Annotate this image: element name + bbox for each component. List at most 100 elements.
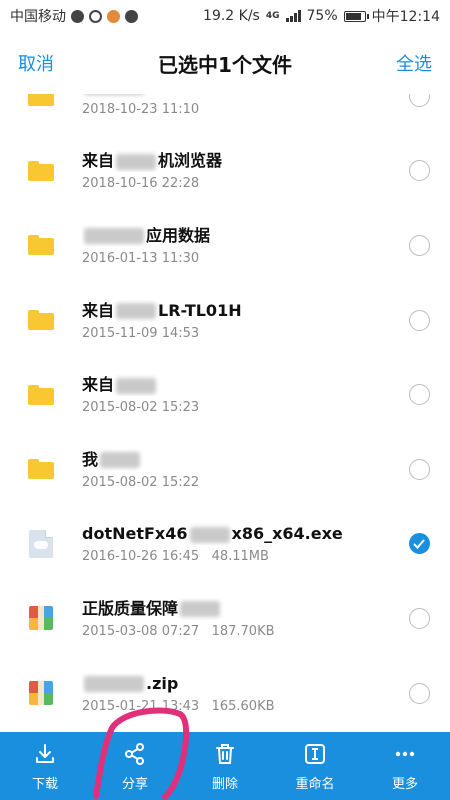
unchecked-radio[interactable] [408, 458, 430, 480]
unchecked-radio[interactable] [408, 94, 430, 107]
file-date: 2018-10-16 [82, 176, 158, 192]
file-date: 2018-10-23 [82, 101, 158, 117]
rename-button[interactable]: 重命名 [270, 732, 360, 800]
file-size: 187.70KB [211, 623, 275, 639]
file-row[interactable]: 应用数据 2016-01-13 11:30 [0, 208, 450, 283]
selection-header: 取消 已选中1个文件 全选 [0, 32, 450, 94]
file-meta: 2018-10-16 22:28 [82, 176, 388, 191]
redacted-text [84, 94, 144, 96]
network-type: 4G [265, 11, 280, 21]
select-toggle[interactable] [388, 533, 450, 555]
file-time: 13:43 [161, 698, 200, 714]
file-name: 应用数据 [82, 225, 388, 247]
file-row[interactable]: 2018-10-23 11:10 [0, 94, 450, 134]
download-button[interactable]: 下载 [0, 732, 90, 800]
wechat-icon [125, 9, 138, 23]
unchecked-radio[interactable] [408, 384, 430, 406]
rename-label: 重命名 [295, 776, 335, 792]
file-icon-cell [0, 529, 82, 558]
signal-icon [285, 10, 301, 22]
download-label: 下载 [31, 776, 58, 792]
file-text: 来自 2015-08-02 15:23 [82, 374, 388, 415]
file-meta: 2015-08-02 15:23 [82, 400, 388, 415]
file-row[interactable]: 来自 LR-TL01H 2015-11-09 14:53 [0, 283, 450, 358]
file-meta: 2016-10-26 16:45 48.11MB [82, 549, 388, 564]
file-row[interactable]: 来自 机浏览器 2018-10-16 22:28 [0, 134, 450, 209]
file-icon-cell [0, 94, 82, 107]
unchecked-radio[interactable] [408, 607, 430, 629]
redacted-text [116, 153, 157, 170]
more-icon [393, 741, 417, 767]
redacted-text [116, 303, 157, 320]
more-button[interactable]: 更多 [360, 732, 450, 800]
file-name: 正版质量保障 [82, 598, 388, 620]
archive-file-icon [29, 681, 53, 706]
folder-icon [28, 94, 54, 107]
select-toggle[interactable] [388, 94, 450, 107]
file-date: 2015-11-09 [82, 325, 158, 341]
file-icon-cell [0, 681, 82, 706]
select-toggle[interactable] [388, 160, 450, 182]
file-text: .zip 2015-01-21 13:43 165.60KB [82, 673, 388, 714]
select-toggle[interactable] [388, 234, 450, 256]
redacted-text [100, 452, 141, 469]
file-icon-cell [0, 235, 82, 256]
carrier-label: 中国移动 [10, 9, 66, 25]
notification-icon [71, 9, 84, 23]
file-name-visible: 正版质量保障 [82, 598, 179, 618]
redacted-text [84, 228, 144, 245]
file-text: 我 2015-08-02 15:22 [82, 449, 388, 490]
select-all-button[interactable]: 全选 [378, 50, 450, 76]
folder-icon [28, 310, 54, 331]
network-speed: 19.2 K/s [203, 8, 260, 24]
file-row[interactable]: dotNetFx46 x86_x64.exe 2016-10-26 16:45 48… [0, 507, 450, 582]
share-label: 分享 [121, 776, 148, 792]
file-name-suffix: 应用数据 [146, 225, 211, 245]
unchecked-radio[interactable] [408, 160, 430, 182]
trash-icon [213, 741, 237, 767]
redacted-text [116, 377, 157, 394]
select-toggle[interactable] [388, 607, 450, 629]
clock: 中午12:14 [371, 9, 440, 25]
redacted-text [189, 526, 230, 543]
app-notification-icon [89, 9, 102, 23]
folder-icon [28, 384, 54, 405]
file-name-suffix: 机浏览器 [158, 151, 223, 171]
rename-icon [303, 741, 327, 767]
unchecked-radio[interactable] [408, 309, 430, 331]
select-toggle[interactable] [388, 682, 450, 704]
file-name-visible: 我 [82, 449, 99, 469]
select-toggle[interactable] [388, 309, 450, 331]
file-name-suffix: .zip [146, 673, 179, 693]
folder-icon [28, 235, 54, 256]
folder-icon [28, 160, 54, 181]
file-list[interactable]: 2018-10-23 11:10 来自 机浏览器 2018-10-16 22:28 应用… [0, 94, 450, 732]
file-row[interactable]: 来自 2015-08-02 15:23 [0, 357, 450, 432]
file-time: 11:10 [161, 101, 200, 117]
folder-icon [28, 459, 54, 480]
cancel-button[interactable]: 取消 [0, 50, 72, 76]
more-label: 更多 [391, 776, 418, 792]
download-icon [33, 741, 57, 767]
file-name-visible: 来自 [82, 375, 115, 395]
file-row[interactable]: 正版质量保障 2015-03-08 07:27 187.70KB [0, 581, 450, 656]
share-button[interactable]: 分享 [90, 732, 180, 800]
delete-button[interactable]: 删除 [180, 732, 270, 800]
select-toggle[interactable] [388, 458, 450, 480]
file-row[interactable]: .zip 2015-01-21 13:43 165.60KB [0, 656, 450, 731]
select-toggle[interactable] [388, 384, 450, 406]
file-row[interactable]: 我 2015-08-02 15:22 [0, 432, 450, 507]
delete-label: 删除 [211, 776, 238, 792]
file-icon-cell [0, 310, 82, 331]
unchecked-radio[interactable] [408, 682, 430, 704]
action-bar: 下载 分享 删除 重命名 更多 [0, 732, 450, 800]
redacted-text [84, 676, 144, 693]
page-title: 已选中1个文件 [158, 52, 292, 77]
file-text: 来自 机浏览器 2018-10-16 22:28 [82, 150, 388, 191]
checked-icon[interactable] [408, 533, 430, 555]
file-text: 2018-10-23 11:10 [82, 94, 388, 117]
unchecked-radio[interactable] [408, 234, 430, 256]
file-date: 2016-01-13 [82, 250, 158, 266]
file-date: 2016-10-26 [82, 549, 158, 565]
file-meta: 2015-01-21 13:43 165.60KB [82, 699, 388, 714]
